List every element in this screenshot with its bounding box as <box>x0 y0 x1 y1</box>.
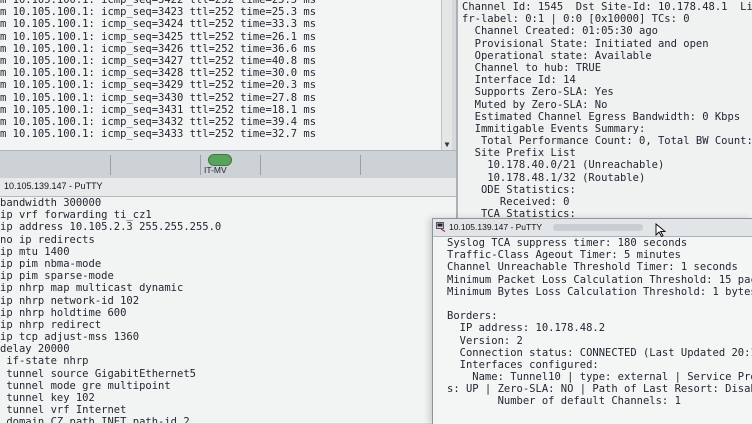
borders-output: Syslog TCA suppress timer: 180 seconds Tr… <box>447 237 752 424</box>
taskbar-divider <box>360 155 361 175</box>
terminal-line: Connection status: CONNECTED (Last Updat… <box>447 346 752 359</box>
terminal-line: m 10.105.100.1: icmp_seq=3425 ttl=252 ti… <box>0 30 317 43</box>
channel-output: Channel Id: 1545 Dst Site-Id: 10.178.48.… <box>462 1 752 225</box>
terminal-line: 10.178.48.1/32 (Routable) <box>462 171 646 184</box>
terminal-line: m 10.105.100.1: icmp_seq=3433 ttl=252 ti… <box>0 128 317 141</box>
terminal-line: Supports Zero-SLA: Yes <box>462 86 614 99</box>
putty-window-left[interactable]: 10.105.139.147 - PuTTY bandwidth 300000 i… <box>0 178 456 423</box>
terminal-line: ip nhrp network-id 102 <box>0 294 140 307</box>
terminal-line: Site Prefix List <box>462 147 576 160</box>
terminal-line: ip address 10.105.2.3 255.255.255.0 <box>0 221 222 234</box>
terminal-line: tunnel mode gre multipoint <box>0 379 171 392</box>
terminal-line: fr-label: 0:1 | 0:0 [0x10000] TCs: 0 <box>462 13 690 26</box>
terminal-line: ip pim nbma-mode <box>0 257 102 270</box>
terminal-line: Version: 2 <box>447 334 523 347</box>
terminal-line: Immitigable Events Summary: <box>462 122 646 135</box>
ping-output: m 10.105.100.1: icmp_seq=3422 ttl=252 ti… <box>0 0 316 140</box>
taskbar-strip: IT-MV <box>0 150 456 180</box>
terminal-line: Channel Id: 1545 Dst Site-Id: 10.178.48.… <box>462 1 752 13</box>
window-titlebar[interactable]: 10.105.139.147 - PuTTY <box>0 178 456 197</box>
terminal-line: ip nhrp holdtime 600 <box>0 306 127 319</box>
terminal-line: Minimum Bytes Loss Calculation Threshold… <box>447 285 752 298</box>
putty-window-popup[interactable]: 10.105.139.147 - PuTTY Syslog TCA suppre… <box>432 218 752 424</box>
terminal-line: ip pim sparse-mode <box>0 270 114 283</box>
terminal-line: tunnel source GigabitEthernet5 <box>0 367 196 380</box>
terminal-line: Interfaces configured: <box>447 358 599 371</box>
terminal-line: m 10.105.100.1: icmp_seq=3428 ttl=252 ti… <box>0 67 317 80</box>
window-title: 10.105.139.147 - PuTTY <box>4 181 103 191</box>
terminal-line: Channel to hub: TRUE <box>462 61 602 74</box>
window-titlebar[interactable]: 10.105.139.147 - PuTTY <box>433 219 752 237</box>
taskbar-divider <box>260 155 261 175</box>
terminal-line: Provisional State: Initiated and open <box>462 37 709 50</box>
terminal-line: m 10.105.100.1: icmp_seq=3424 ttl=252 ti… <box>0 18 317 31</box>
terminal-line: if-state nhrp <box>0 355 89 368</box>
taskbar-divider <box>110 155 111 175</box>
terminal-line: ip mtu 1400 <box>0 245 70 258</box>
scrollbar[interactable]: ▼ <box>441 0 452 150</box>
terminal-line: Interface Id: 14 <box>462 74 576 87</box>
terminal-line: delay 20000 <box>0 343 70 356</box>
terminal-line: m 10.105.100.1: icmp_seq=3429 ttl=252 ti… <box>0 79 317 92</box>
terminal-line: ODE Statistics: <box>462 183 576 196</box>
terminal-line: Channel Created: 01:05:30 ago <box>462 25 658 38</box>
terminal-line: ip nhrp redirect <box>0 318 102 331</box>
terminal-line: bandwidth 300000 <box>0 197 102 209</box>
terminal-line: no ip redirects <box>0 233 95 246</box>
terminal-line: domain CZ path INET path-id 2 <box>0 416 190 423</box>
mouse-cursor-icon <box>655 223 667 237</box>
terminal-line: Number of default Channels: 1 <box>447 395 681 408</box>
terminal-line: Channel Unreachable Threshold Timer: 1 s… <box>447 261 738 274</box>
terminal-line: m 10.105.100.1: icmp_seq=3426 ttl=252 ti… <box>0 42 317 55</box>
terminal-line: Total Performance Count: 0, Total BW Cou… <box>462 135 752 148</box>
terminal-line: Syslog TCA suppress timer: 180 seconds <box>447 237 688 249</box>
terminal-line: m 10.105.100.1: icmp_seq=3423 ttl=252 ti… <box>0 6 317 19</box>
terminal-line: Received: 0 <box>462 196 570 208</box>
terminal-line: IP address: 10.178.48.2 <box>447 322 606 335</box>
terminal-line: ip vrf forwarding ti_cz1 <box>0 209 152 222</box>
terminal-line: Name: Tunnel10 | type: external | Servic… <box>447 371 752 384</box>
obscured-title-text <box>553 224 643 231</box>
config-output: bandwidth 300000 ip vrf forwarding ti_cz1… <box>0 197 221 423</box>
terminal-line: Muted by Zero-SLA: No <box>462 98 608 111</box>
taskbar-item-label[interactable]: IT-MV <box>204 165 227 175</box>
terminal-line: 10.178.40.0/21 (Unreachable) <box>462 159 665 172</box>
terminal-line: Borders: <box>447 310 498 323</box>
window-title: 10.105.139.147 - PuTTY <box>449 222 543 232</box>
terminal-line: m 10.105.100.1: icmp_seq=3431 ttl=252 ti… <box>0 103 317 116</box>
terminal-line: m 10.105.100.1: icmp_seq=3432 ttl=252 ti… <box>0 115 317 128</box>
terminal-line: tunnel vrf Internet <box>0 404 127 417</box>
putty-icon <box>436 222 446 232</box>
taskbar-divider <box>200 155 201 175</box>
terminal-line: Traffic-Class Ageout Timer: 5 minutes <box>447 249 681 262</box>
terminal-line: Operational state: Available <box>462 49 652 62</box>
terminal-line: m 10.105.100.1: icmp_seq=3427 ttl=252 ti… <box>0 54 317 67</box>
terminal-line: ip nhrp map multicast dynamic <box>0 282 184 295</box>
scroll-down-arrow-icon[interactable]: ▼ <box>442 140 452 150</box>
terminal-line: s: UP | Zero-SLA: NO | Path of Last Reso… <box>447 383 752 396</box>
ping-terminal[interactable]: m 10.105.100.1: icmp_seq=3422 ttl=252 ti… <box>0 0 452 150</box>
terminal-line: tunnel key 102 <box>0 392 95 404</box>
terminal-line: Estimated Channel Egress Bandwidth: 0 Kb… <box>462 110 741 123</box>
terminal-line: Minimum Packet Loss Calculation Threshol… <box>447 273 752 286</box>
terminal-line: ip tcp adjust-mss 1360 <box>0 331 140 344</box>
channel-terminal[interactable]: Channel Id: 1545 Dst Site-Id: 10.178.48.… <box>456 0 752 225</box>
terminal-line: m 10.105.100.1: icmp_seq=3430 ttl=252 ti… <box>0 91 317 104</box>
